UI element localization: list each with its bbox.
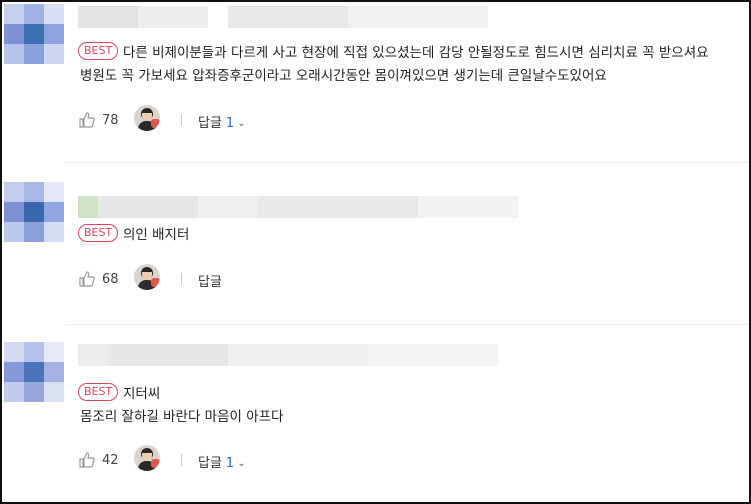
author-reaction-avatar bbox=[134, 445, 160, 471]
chevron-down-icon: ⌄ bbox=[237, 118, 246, 129]
reply-label: 답글 bbox=[198, 456, 222, 471]
comment-text: 의인 배지터 bbox=[123, 227, 190, 243]
reply-count: 1 bbox=[225, 456, 235, 471]
best-badge: BEST bbox=[78, 383, 119, 401]
comment-item: BEST 의인 배지터 68 답글 bbox=[2, 170, 749, 320]
best-badge: BEST bbox=[78, 42, 119, 60]
reply-count: 1 bbox=[225, 116, 235, 131]
reply-label: 답글 bbox=[198, 116, 222, 131]
like-count: 42 bbox=[102, 453, 119, 468]
comment-item: BEST 다른 비제이분들과 다르게 사고 현장에 직접 있으셨는데 감당 안될… bbox=[2, 2, 749, 162]
thumbs-up-icon[interactable] bbox=[78, 270, 96, 288]
comment-text: 병원도 꼭 가보세요 압좌증후군이라고 오래시간동안 몸이껴있으면 생기는데 큰… bbox=[80, 68, 607, 84]
divider bbox=[66, 324, 749, 325]
blurred-avatar bbox=[4, 342, 64, 402]
like-count: 68 bbox=[102, 272, 119, 287]
comment-item: BEST 지터씨 몸조리 잘하길 바란다 마음이 아프다 42 답글 1 ⌄ bbox=[2, 332, 749, 502]
blurred-username bbox=[78, 196, 518, 218]
divider bbox=[66, 162, 749, 163]
thumbs-up-icon[interactable] bbox=[78, 451, 96, 469]
reply-button[interactable]: 답글 1 ⌄ bbox=[198, 112, 246, 131]
chevron-down-icon: ⌄ bbox=[237, 458, 246, 469]
blurred-username bbox=[78, 6, 488, 28]
comment-text: 다른 비제이분들과 다르게 사고 현장에 직접 있으셨는데 감당 안될정도로 힘… bbox=[123, 45, 709, 61]
divider bbox=[181, 273, 182, 285]
blurred-username bbox=[78, 344, 498, 366]
thumbs-up-icon[interactable] bbox=[78, 111, 96, 129]
comment-text: 몸조리 잘하길 바란다 마음이 아프다 bbox=[80, 409, 284, 425]
reply-button[interactable]: 답글 bbox=[198, 271, 222, 290]
like-count: 78 bbox=[102, 113, 119, 128]
author-reaction-avatar bbox=[134, 264, 160, 290]
reply-button[interactable]: 답글 1 ⌄ bbox=[198, 452, 246, 471]
divider bbox=[181, 114, 182, 126]
blurred-avatar bbox=[4, 4, 64, 64]
comment-list: BEST 다른 비제이분들과 다르게 사고 현장에 직접 있으셨는데 감당 안될… bbox=[0, 0, 751, 504]
reply-label: 답글 bbox=[198, 275, 222, 290]
comment-text: 지터씨 bbox=[123, 386, 161, 402]
blurred-avatar bbox=[4, 182, 64, 242]
author-reaction-avatar bbox=[134, 105, 160, 131]
best-badge: BEST bbox=[78, 224, 119, 242]
divider bbox=[181, 454, 182, 466]
